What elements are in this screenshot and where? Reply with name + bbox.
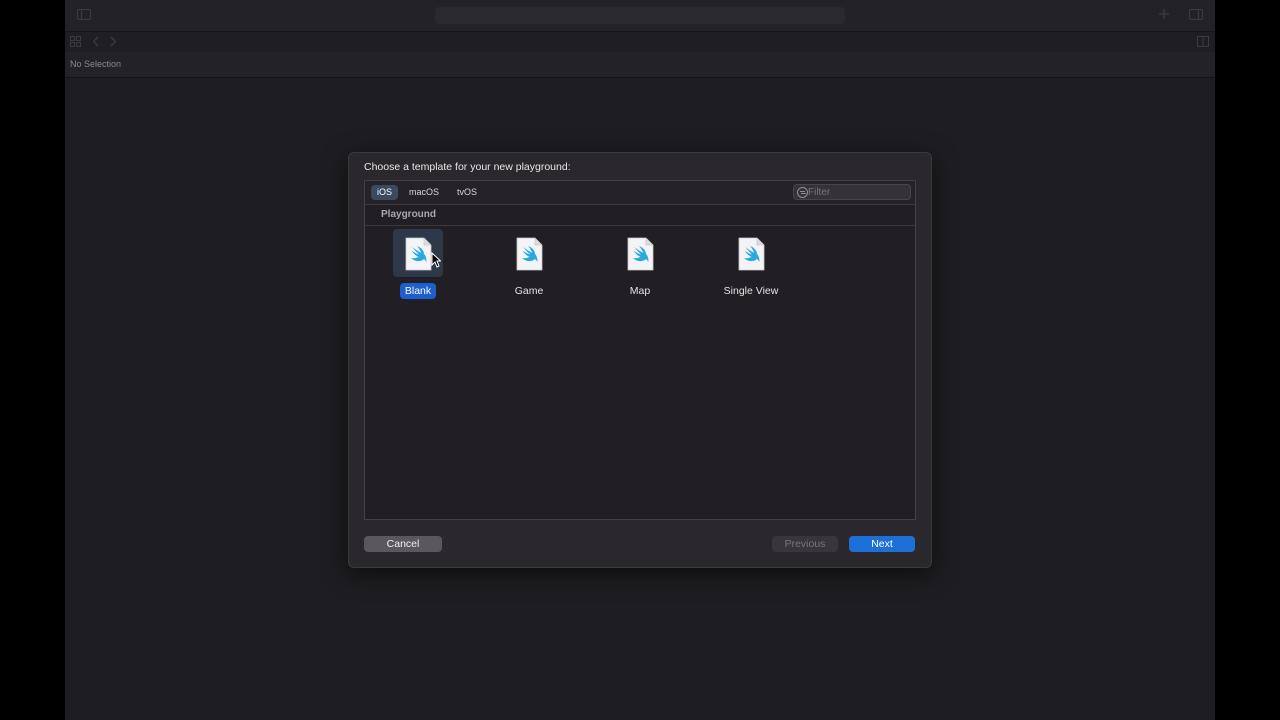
- no-selection-label: No Selection: [70, 59, 122, 69]
- swift-file-icon: [627, 237, 654, 271]
- template-tile: [504, 229, 554, 277]
- template-game[interactable]: Game: [476, 229, 566, 303]
- tab-macos[interactable]: macOS: [403, 185, 445, 200]
- previous-button[interactable]: Previous: [772, 536, 838, 552]
- tab-ios[interactable]: iOS: [371, 185, 399, 200]
- tab-tvos[interactable]: tvOS: [451, 185, 483, 200]
- editor-header: No Selection: [65, 52, 1215, 78]
- related-items-grid-icon[interactable]: [70, 36, 81, 50]
- activity-view: [435, 7, 845, 24]
- swift-file-icon: [516, 237, 543, 271]
- platform-tab-bar: iOS macOS tvOS: [365, 181, 915, 205]
- template-tile: [726, 229, 776, 277]
- template-label: Game: [514, 285, 544, 297]
- forward-chevron-icon[interactable]: [110, 36, 117, 50]
- template-chooser-sheet: Choose a template for your new playgroun…: [348, 152, 932, 568]
- swift-file-icon: [738, 237, 765, 271]
- template-tile: [615, 229, 665, 277]
- template-chooser: iOS macOS tvOS Playground Blank: [364, 180, 916, 520]
- section-header: Playground: [365, 205, 915, 226]
- cancel-button[interactable]: Cancel: [364, 536, 442, 552]
- template-blank[interactable]: Blank: [365, 229, 455, 303]
- add-icon[interactable]: [1158, 8, 1170, 23]
- template-label: Map: [629, 285, 651, 297]
- sidebar-toggle-icon[interactable]: [77, 9, 91, 23]
- template-tile: [393, 229, 443, 277]
- filter-field[interactable]: [793, 184, 911, 200]
- split-editor-icon[interactable]: [1197, 36, 1209, 50]
- template-single-view[interactable]: Single View: [698, 229, 788, 303]
- section-label-playground: Playground: [381, 209, 437, 220]
- template-map[interactable]: Map: [587, 229, 677, 303]
- filter-input[interactable]: [808, 185, 908, 199]
- inspector-toggle-icon[interactable]: [1189, 9, 1203, 23]
- sheet-title: Choose a template for your new playgroun…: [364, 161, 571, 173]
- filter-icon: [797, 187, 808, 198]
- back-chevron-icon[interactable]: [92, 36, 99, 50]
- next-button[interactable]: Next: [849, 536, 915, 552]
- template-label: Blank: [365, 283, 471, 299]
- jump-bar: [65, 32, 1215, 52]
- window-toolbar: [65, 0, 1215, 32]
- template-label: Single View: [723, 285, 779, 297]
- swift-file-icon: [405, 237, 432, 271]
